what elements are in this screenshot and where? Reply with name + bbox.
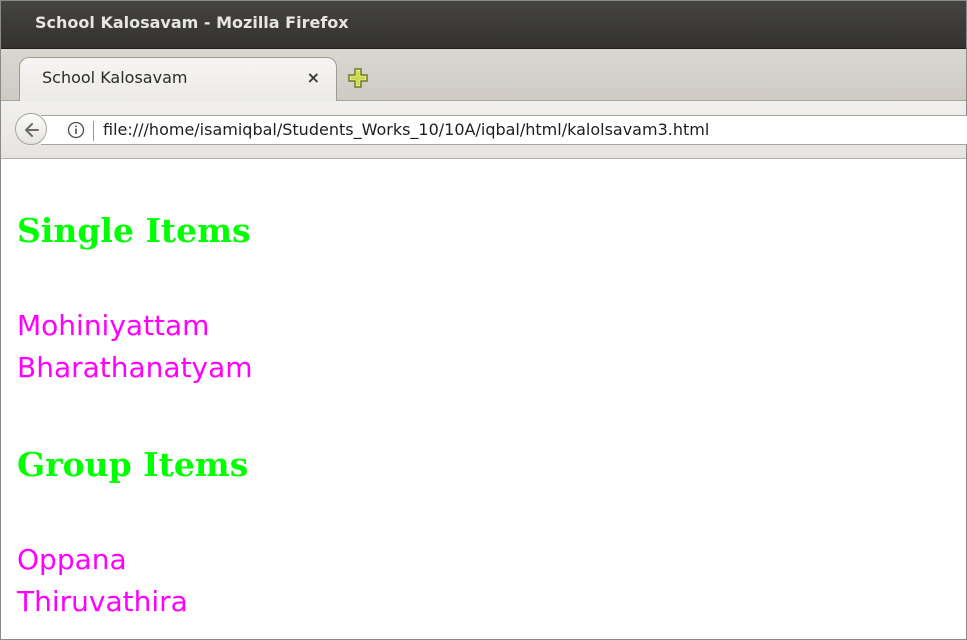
list-item: Oppana: [17, 543, 127, 576]
group-items-heading: Group Items: [17, 445, 249, 484]
page-content: Single Items Mohiniyattam Bharathanatyam…: [1, 159, 966, 639]
tab-school-kalosavam[interactable]: School Kalosavam ×: [19, 57, 337, 101]
list-item: Thiruvathira: [17, 585, 188, 618]
back-button[interactable]: [15, 113, 47, 145]
tab-label: School Kalosavam: [42, 68, 188, 87]
url-separator: [93, 121, 94, 141]
single-items-heading: Single Items: [17, 211, 251, 250]
window-title: School Kalosavam - Mozilla Firefox: [35, 13, 349, 32]
plus-icon: [348, 68, 368, 88]
list-item: Mohiniyattam: [17, 309, 210, 342]
close-tab-icon[interactable]: ×: [307, 68, 320, 88]
list-item: Bharathanatyam: [17, 351, 253, 384]
navigation-bar: file:///home/isamiqbal/Students_Works_10…: [1, 101, 967, 159]
new-tab-button[interactable]: [347, 67, 369, 89]
info-icon[interactable]: [67, 121, 85, 139]
url-bar[interactable]: file:///home/isamiqbal/Students_Works_10…: [41, 115, 967, 145]
browser-window: School Kalosavam - Mozilla Firefox Schoo…: [0, 0, 967, 640]
url-text[interactable]: file:///home/isamiqbal/Students_Works_10…: [103, 120, 709, 139]
tab-strip: School Kalosavam ×: [1, 49, 966, 101]
title-bar: School Kalosavam - Mozilla Firefox: [1, 1, 966, 49]
back-arrow-icon: [25, 123, 39, 137]
